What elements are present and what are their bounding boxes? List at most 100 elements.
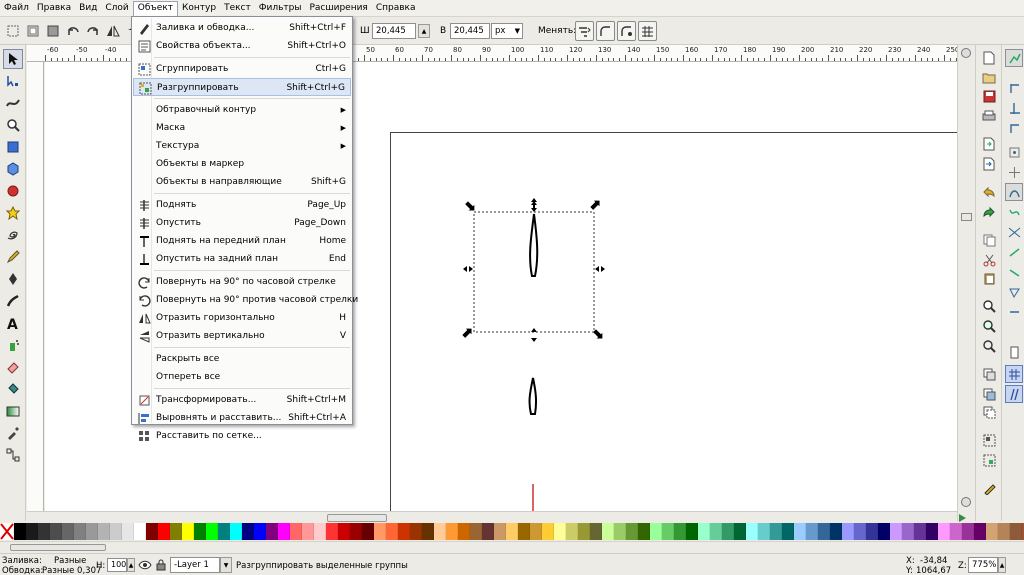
color-swatch[interactable] (302, 523, 314, 540)
stroke-value[interactable]: Разные 0,307 (42, 566, 101, 575)
pencil-tool-icon[interactable] (3, 247, 23, 267)
layer-select[interactable]: -Layer 1 (170, 557, 220, 573)
snap-midpoint-icon[interactable] (1005, 143, 1023, 161)
color-swatch[interactable] (818, 523, 830, 540)
gradient-tool-icon[interactable] (3, 401, 23, 421)
unit-select[interactable]: px ▼ (491, 23, 523, 39)
layer-dropdown-icon[interactable]: ▼ (220, 557, 232, 573)
menu-7[interactable]: Фильтры (255, 1, 306, 16)
move-gradients-toggle[interactable] (617, 21, 636, 41)
snap-bbox-icon[interactable] (1005, 79, 1023, 97)
scroll-up-button[interactable] (961, 48, 971, 58)
color-swatch[interactable] (194, 523, 206, 540)
color-swatch[interactable] (590, 523, 602, 540)
menu-item[interactable]: Объекты в маркер (133, 155, 351, 173)
duplicate-icon[interactable] (980, 365, 998, 383)
menu-item[interactable]: Трансформировать... Shift+Ctrl+M (133, 391, 351, 409)
snap-center-icon[interactable] (1005, 163, 1023, 181)
color-swatch[interactable] (806, 523, 818, 540)
color-swatch[interactable] (842, 523, 854, 540)
star-tool-icon[interactable] (3, 203, 23, 223)
menu-item[interactable]: Повернуть на 90° по часовой стрелке (133, 273, 351, 291)
color-swatch[interactable] (878, 523, 890, 540)
color-swatch[interactable] (470, 523, 482, 540)
color-swatch[interactable] (266, 523, 278, 540)
color-swatch[interactable] (254, 523, 266, 540)
paste-icon[interactable] (980, 269, 998, 287)
color-swatch[interactable] (686, 523, 698, 540)
snap-bbox-edge-icon[interactable] (1005, 99, 1023, 117)
unlink-clone-icon[interactable] (980, 403, 998, 421)
palette-scrollbar[interactable] (0, 541, 1024, 553)
snap-guide-icon[interactable] (1005, 385, 1023, 403)
snap-toggle-icon[interactable] (1005, 49, 1023, 67)
bucket-tool-icon[interactable] (3, 379, 23, 399)
snap-path-icon[interactable] (1005, 203, 1023, 221)
height-field[interactable]: 20,445 (450, 23, 490, 39)
color-swatch[interactable] (434, 523, 446, 540)
calligraphy-tool-icon[interactable] (3, 291, 23, 311)
color-swatch[interactable] (566, 523, 578, 540)
menu-item[interactable]: Опустить Page_Down (133, 214, 351, 232)
menu-item[interactable]: Поднять Page_Up (133, 196, 351, 214)
menu-8[interactable]: Расширения (305, 1, 371, 16)
color-swatch[interactable] (902, 523, 914, 540)
spiral-tool-icon[interactable] (3, 225, 23, 245)
ellipse-tool-icon[interactable] (3, 181, 23, 201)
undo-icon[interactable] (980, 183, 998, 201)
color-swatch[interactable] (938, 523, 950, 540)
menu-item[interactable]: Раскрыть все (133, 350, 351, 368)
zoom-field[interactable]: 775% (968, 557, 998, 573)
color-swatch[interactable] (494, 523, 506, 540)
eye-visibility-icon[interactable] (138, 559, 152, 571)
menu-4[interactable]: Объект (132, 0, 179, 16)
color-swatch[interactable] (338, 523, 350, 540)
snap-object-midpoint-icon[interactable] (1005, 283, 1023, 301)
color-swatch[interactable] (422, 523, 434, 540)
snap-grid-icon[interactable] (1005, 365, 1023, 383)
color-swatch[interactable] (770, 523, 782, 540)
needle-shape-selected[interactable] (529, 213, 539, 277)
color-swatch[interactable] (446, 523, 458, 540)
color-swatch[interactable] (530, 523, 542, 540)
lock-icon[interactable] (155, 559, 167, 571)
menu-item[interactable]: Свойства объекта... Shift+Ctrl+O (133, 37, 351, 55)
3d-box-tool-icon[interactable] (3, 159, 23, 179)
menu-1[interactable]: Правка (33, 1, 75, 16)
snap-smooth-icon[interactable] (1005, 243, 1023, 261)
no-paint-swatch[interactable] (0, 523, 14, 540)
color-swatch[interactable] (626, 523, 638, 540)
save-icon[interactable] (980, 87, 998, 105)
connector-tool-icon[interactable] (3, 445, 23, 465)
color-swatch[interactable] (26, 523, 38, 540)
menu-3[interactable]: Слой (101, 1, 132, 16)
color-swatch[interactable] (50, 523, 62, 540)
scroll-down-button[interactable] (961, 497, 971, 507)
color-swatch[interactable] (110, 523, 122, 540)
color-swatch[interactable] (158, 523, 170, 540)
menu-0[interactable]: Файл (0, 1, 33, 16)
color-swatch[interactable] (614, 523, 626, 540)
zoom-selection-icon[interactable] (980, 297, 998, 315)
color-swatch[interactable] (662, 523, 674, 540)
color-swatch[interactable] (710, 523, 722, 540)
flip-horizontal-icon[interactable] (104, 22, 122, 40)
redo-icon[interactable] (980, 203, 998, 221)
rectangle-tool-icon[interactable] (3, 137, 23, 157)
color-swatch[interactable] (362, 523, 374, 540)
palette-scroll-thumb[interactable] (10, 544, 106, 551)
color-swatch[interactable] (794, 523, 806, 540)
node-tool-icon[interactable] (3, 71, 23, 91)
color-swatch[interactable] (314, 523, 326, 540)
color-swatch[interactable] (278, 523, 290, 540)
color-swatch[interactable] (14, 523, 26, 540)
rotate-cw-icon[interactable] (84, 22, 102, 40)
zoom-spinner-icon[interactable]: ▲ (998, 557, 1006, 573)
color-swatch[interactable] (482, 523, 494, 540)
invert-selection-icon[interactable] (44, 22, 62, 40)
color-swatch[interactable] (998, 523, 1010, 540)
color-swatch[interactable] (782, 523, 794, 540)
color-swatch[interactable] (146, 523, 158, 540)
snap-cusp-icon[interactable] (1005, 263, 1023, 281)
color-swatch[interactable] (542, 523, 554, 540)
